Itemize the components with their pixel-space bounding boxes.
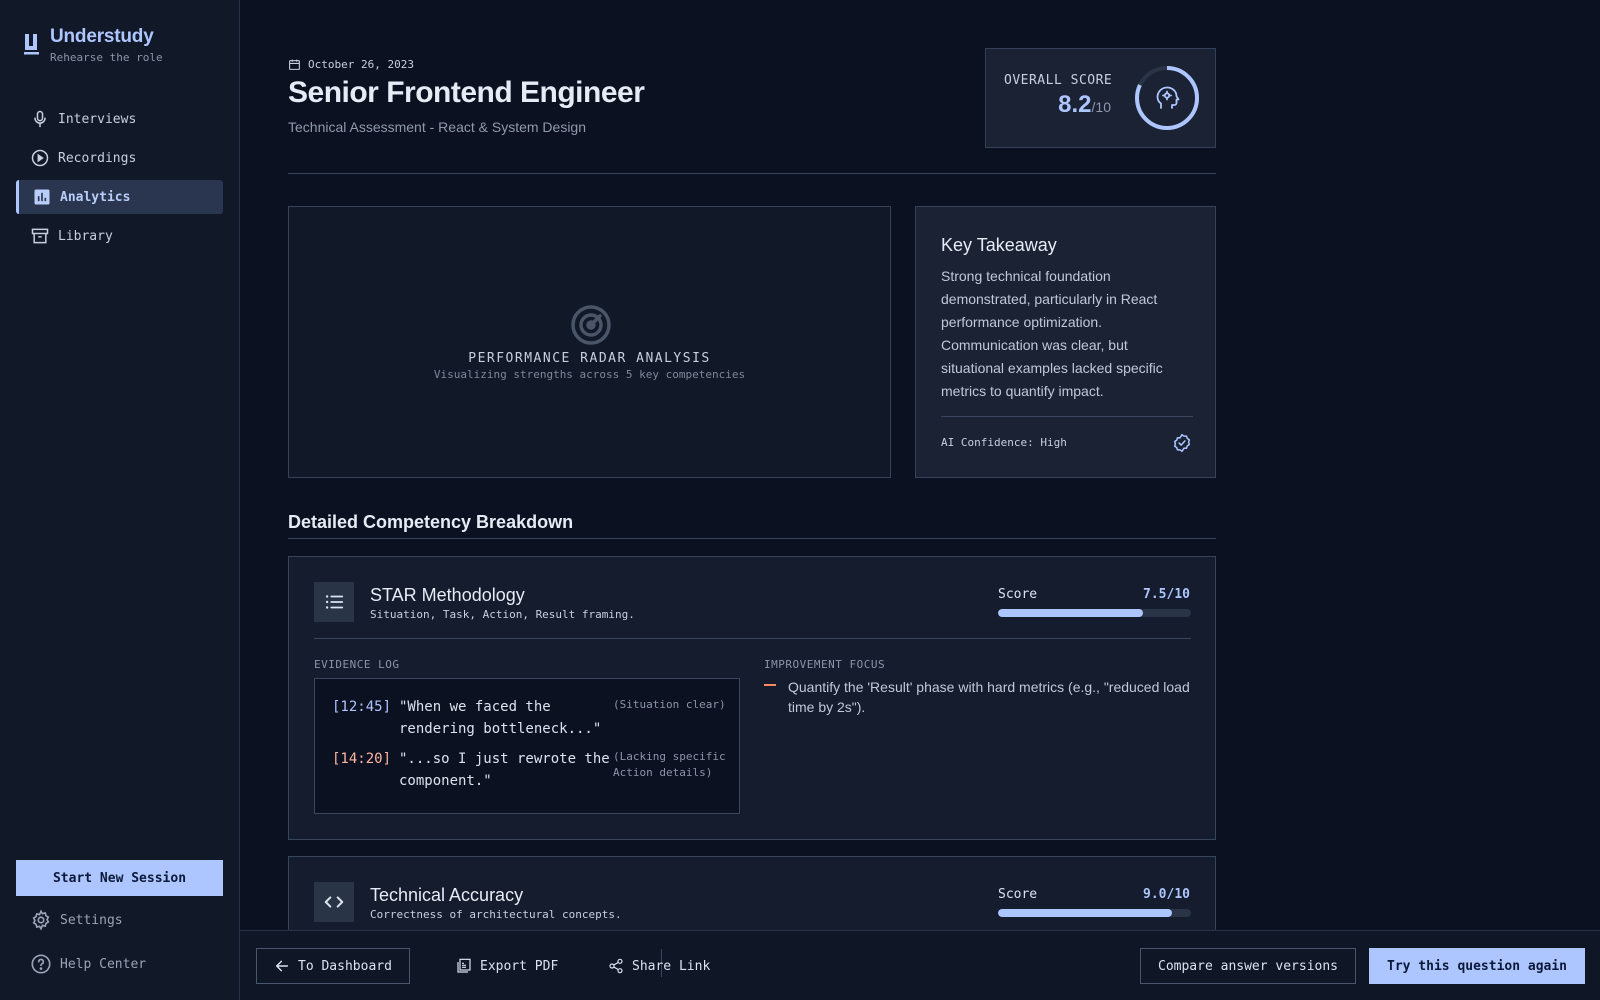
evidence-log: [12:45] "When we faced the rendering bot… [314, 678, 740, 814]
calendar-icon [289, 59, 300, 70]
competency-divider [314, 638, 1191, 639]
main-nav: Interviews Recordings Analytics Library [16, 102, 223, 258]
retry-question-button[interactable]: Try this question again [1369, 948, 1586, 984]
share-icon [609, 958, 623, 974]
brain-head-icon [1156, 86, 1180, 109]
nav-item-analytics[interactable]: Analytics [16, 180, 223, 214]
improvement-marker [764, 684, 776, 686]
code-icon [324, 896, 344, 908]
microphone-icon [34, 110, 46, 128]
competency-description: Correctness of architectural concepts. [370, 908, 622, 921]
verified-badge-icon [1173, 433, 1191, 453]
gear-icon [32, 909, 50, 931]
overall-score-card: OVERALL SCORE 8.2/10 [985, 48, 1216, 148]
nav-item-library[interactable]: Library [16, 219, 223, 253]
performance-radar-panel: PERFORMANCE RADAR ANALYSIS Visualizing s… [288, 206, 891, 478]
share-link-label: Share Link [632, 958, 711, 974]
sidebar: Understudy Rehearse the role Interviews … [0, 0, 240, 1000]
radar-subtitle: Visualizing strengths across 5 key compe… [433, 368, 746, 381]
improvement-focus-label: IMPROVEMENT FOCUS [764, 658, 886, 671]
help-icon [31, 954, 51, 974]
competency-icon-box [314, 582, 354, 622]
competency-title: STAR Methodology [370, 585, 525, 605]
page-title: Senior Frontend Engineer [288, 76, 645, 109]
nav-label: Recordings [58, 150, 137, 166]
header-divider [288, 173, 1216, 174]
arrow-left-icon [275, 960, 289, 972]
export-pdf-label: Export PDF [480, 958, 559, 974]
nav-item-interviews[interactable]: Interviews [16, 102, 223, 136]
score-label: Score [998, 587, 1038, 602]
retry-question-label: Try this question again [1387, 958, 1568, 974]
nav-item-recordings[interactable]: Recordings [16, 141, 223, 175]
evidence-quote: "...so I just rewrote the component." [399, 751, 610, 789]
key-takeaway-card: Key Takeaway Strong technical foundation… [915, 206, 1216, 478]
score-progress-fill [998, 909, 1172, 917]
page-subtitle: Technical Assessment - React & System De… [288, 119, 587, 135]
nav-label: Analytics [60, 189, 131, 205]
evidence-entry[interactable]: [14:20] "...so I just rewrote the compon… [332, 748, 733, 792]
to-dashboard-button[interactable]: To Dashboard [256, 948, 410, 984]
brand[interactable]: Understudy Rehearse the role [24, 26, 163, 64]
evidence-note: (Lacking specific Action details) [613, 750, 726, 779]
compare-versions-label: Compare answer versions [1158, 958, 1339, 974]
session-date: October 26, 2023 [288, 58, 414, 71]
to-dashboard-label: To Dashboard [298, 958, 392, 974]
nav-label: Interviews [58, 111, 137, 127]
list-icon [325, 595, 344, 609]
logo-icon [24, 34, 39, 55]
radar-title: PERFORMANCE RADAR ANALYSIS [468, 351, 711, 366]
overall-score-value: 8.2/10 [1058, 91, 1111, 118]
app-tagline: Rehearse the role [50, 51, 163, 64]
ai-confidence: AI Confidence: High [941, 436, 1067, 449]
archive-icon [31, 228, 49, 244]
play-circle-icon [31, 149, 49, 167]
share-link-button[interactable]: Share Link [608, 948, 710, 984]
takeaway-title: Key Takeaway [941, 235, 1057, 255]
improvement-text: Quantify the 'Result' phase with hard me… [788, 679, 1190, 715]
evidence-entry[interactable]: [12:45] "When we faced the rendering bot… [332, 696, 733, 740]
settings-link[interactable]: Settings [30, 909, 123, 931]
pdf-icon [457, 958, 471, 973]
takeaway-divider [941, 416, 1193, 417]
evidence-quote: "When we faced the rendering bottleneck.… [399, 699, 602, 737]
evidence-timestamp[interactable]: [12:45] [332, 696, 399, 740]
settings-label: Settings [60, 912, 123, 928]
app-name: Understudy [50, 26, 154, 47]
breakdown-divider [288, 538, 1216, 539]
export-pdf-button[interactable]: Export PDF [456, 948, 558, 984]
breakdown-title: Detailed Competency Breakdown [288, 512, 574, 532]
score-progress-fill [998, 609, 1143, 617]
score-label: Score [998, 887, 1038, 902]
competency-score: 7.5/10 [1143, 587, 1190, 602]
radar-target-icon [571, 305, 611, 345]
evidence-log-label: EVIDENCE LOG [314, 658, 400, 671]
bar-chart-icon [34, 189, 50, 205]
date-text: October 26, 2023 [308, 58, 414, 71]
bottom-action-bar: To Dashboard Export PDF Share Link Compa… [240, 930, 1600, 1000]
compare-versions-button[interactable]: Compare answer versions [1140, 948, 1357, 984]
competency-description: Situation, Task, Action, Result framing. [370, 608, 635, 621]
score-progress-bar [998, 609, 1191, 617]
evidence-note: (Situation clear) [613, 698, 726, 711]
competency-card-star: STAR Methodology Situation, Task, Action… [288, 556, 1216, 840]
start-new-session-button[interactable]: Start New Session [16, 860, 223, 896]
competency-icon-box [314, 882, 354, 922]
score-progress-bar [998, 909, 1191, 917]
evidence-timestamp[interactable]: [14:20] [332, 748, 399, 792]
help-center-link[interactable]: Help Center [30, 953, 146, 975]
score-ring [1135, 66, 1199, 130]
help-label: Help Center [60, 956, 147, 972]
competency-title: Technical Accuracy [370, 885, 524, 905]
nav-label: Library [58, 228, 113, 244]
competency-score: 9.0/10 [1143, 887, 1190, 902]
overall-score-label: OVERALL SCORE [1004, 73, 1113, 88]
takeaway-body: Strong technical foundation demonstrated… [941, 268, 1163, 399]
